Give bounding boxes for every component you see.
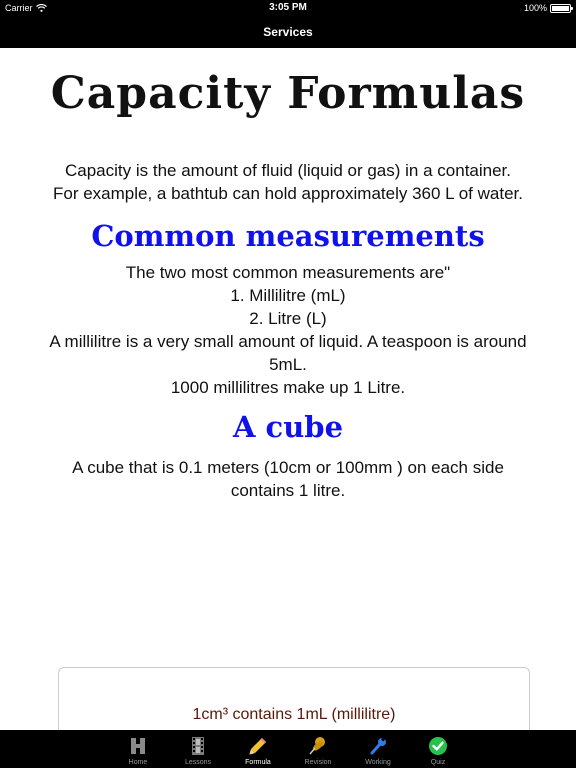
battery-percent: 100% [523,3,547,13]
intro-line: For example, a bathtub can hold approxim… [53,184,523,203]
tab-label: Home [128,759,148,766]
measurements-line: 1000 millilitres make up 1 Litre. [170,378,406,397]
navigation-bar: Services [0,18,576,48]
measurements-paragraph: The two most common measurements are" 1.… [48,261,528,399]
cube-paragraph: A cube that is 0.1 meters (10cm or 100mm… [72,458,504,500]
pushpin-icon [307,735,329,757]
tab-label: Lessons [184,759,212,766]
nav-title: Services [263,25,313,39]
tab-label: Revision [304,759,332,766]
formula-box: 1cm³ contains 1mL (millilitre) [58,667,530,730]
tab-revision[interactable]: Revision [288,730,348,768]
home-icon [127,735,149,757]
tab-label: Working [365,759,391,766]
tab-label: Quiz [430,759,446,766]
checkmark-icon [427,735,449,757]
status-time: 3:05 PM [269,2,307,13]
tab-home[interactable]: Home [108,730,168,768]
wrench-icon [367,735,389,757]
page-title: Capacity Formulas [50,68,526,119]
measurements-line: The two most common measurements are" [125,263,451,282]
film-icon [187,735,209,757]
formula-box-text: 1cm³ contains 1mL (millilitre) [192,706,396,723]
measurements-line: A millilitre is a very small amount of l… [49,332,527,374]
status-bar: Carrier 3:05 PM 100% [0,0,576,18]
tab-bar: Home Lessons Formula Revision Working Qu… [0,730,576,768]
tab-lessons[interactable]: Lessons [168,730,228,768]
battery-icon [550,3,573,13]
measurements-line: 1. Millilitre (mL) [230,286,346,305]
tab-formula[interactable]: Formula [228,730,288,768]
section-heading-common-measurements: Common measurements [91,219,485,253]
intro-paragraph: Capacity is the amount of fluid (liquid … [48,159,528,205]
tab-quiz[interactable]: Quiz [408,730,468,768]
intro-line: Capacity is the amount of fluid (liquid … [64,161,512,180]
tab-working[interactable]: Working [348,730,408,768]
battery-info: 100% [523,3,573,13]
content-area[interactable]: Capacity Formulas Capacity is the amount… [0,48,576,730]
section-heading-a-cube: A cube [232,410,344,444]
measurements-line: 2. Litre (L) [249,309,327,328]
tab-label: Formula [245,759,271,766]
pencil-icon [247,735,269,757]
